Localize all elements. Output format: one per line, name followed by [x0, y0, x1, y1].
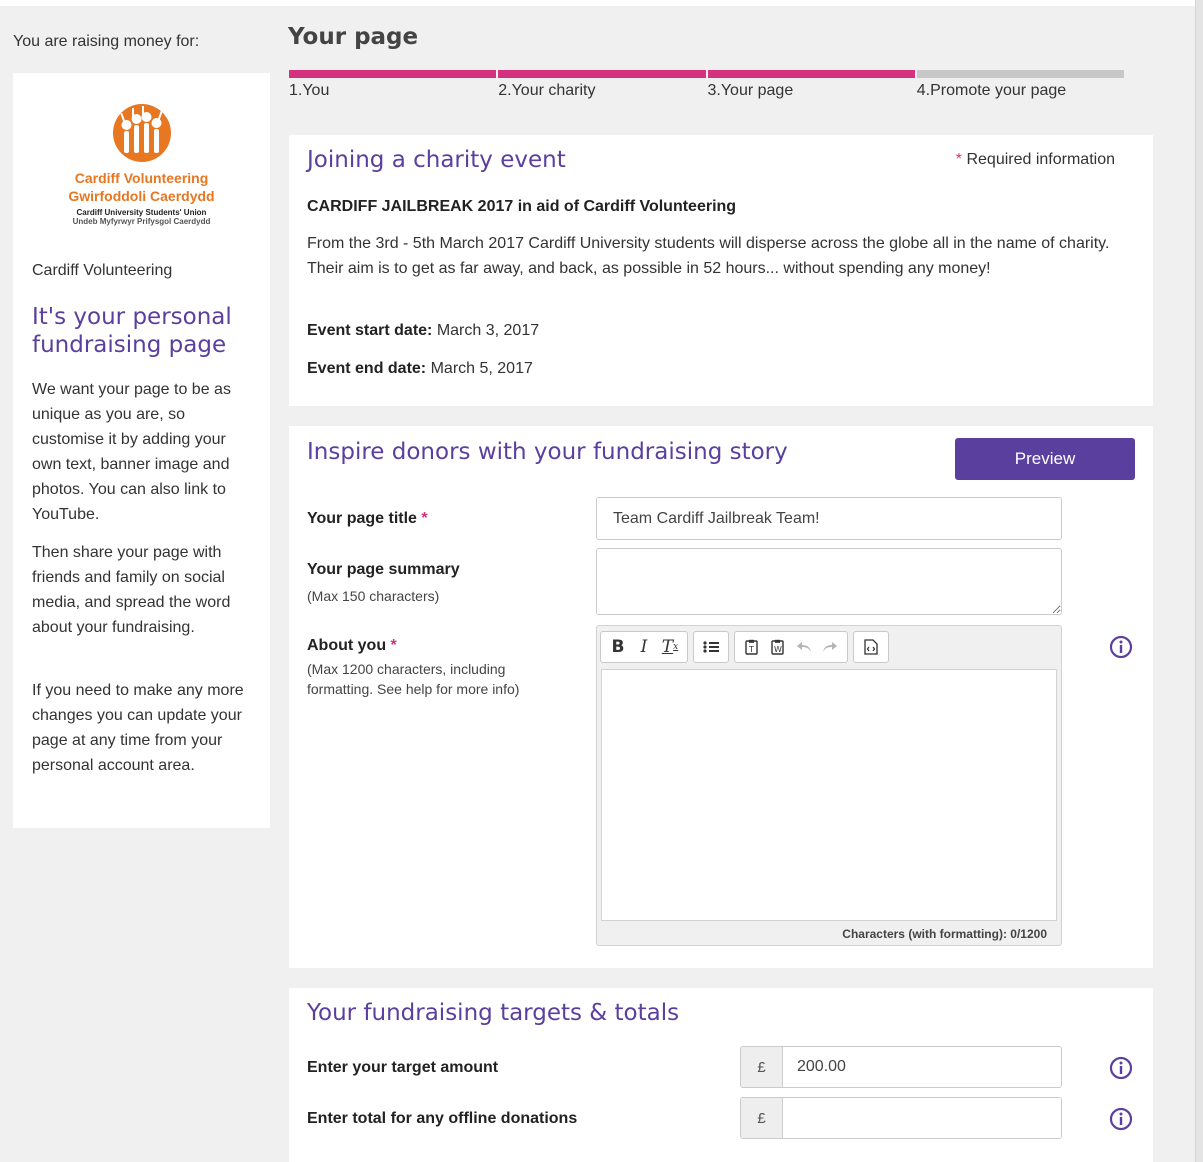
page-summary-hint: (Max 150 characters): [307, 588, 440, 604]
step-promote-your-page[interactable]: 4.Promote your page: [916, 70, 1126, 100]
paste-text-icon[interactable]: T: [739, 632, 765, 662]
window-scrollbar[interactable]: [1195, 0, 1203, 1162]
currency-symbol: £: [741, 1098, 783, 1138]
step-bar: [289, 70, 497, 78]
raising-money-label: You are raising money for:: [13, 33, 200, 50]
fundraising-story-card: Inspire donors with your fundraising sto…: [289, 426, 1153, 968]
clear-format-icon[interactable]: Tx: [657, 632, 683, 662]
offline-donations-input[interactable]: [783, 1098, 1061, 1138]
about-you-info-icon[interactable]: [1109, 635, 1133, 659]
step-your-page[interactable]: 3.Your page: [707, 70, 917, 100]
list-group: [693, 631, 729, 663]
currency-symbol: £: [741, 1047, 783, 1087]
paste-word-icon[interactable]: W: [765, 632, 791, 662]
top-edge: [0, 0, 1195, 6]
target-amount-label: Enter your target amount: [307, 1059, 499, 1076]
target-amount-info-icon[interactable]: [1109, 1056, 1133, 1080]
undo-icon[interactable]: [791, 632, 817, 662]
character-count: Characters (with formatting): 0/1200: [842, 927, 1047, 941]
svg-text:T: T: [748, 645, 754, 654]
step-label: 4.Promote your page: [916, 82, 1067, 99]
editor-toolbar: B I Tx T W: [600, 631, 889, 663]
source-group: [853, 631, 889, 663]
charity-event-card: Joining a charity event * Required infor…: [289, 135, 1153, 406]
step-your-charity[interactable]: 2.Your charity: [498, 70, 707, 100]
italic-icon[interactable]: I: [631, 632, 657, 662]
step-label: 2.Your charity: [498, 82, 596, 99]
required-star: *: [955, 151, 963, 168]
required-info-note: * Required information: [956, 151, 1115, 169]
event-start-label: Event start date:: [307, 322, 433, 339]
event-card-title: Joining a charity event: [307, 147, 566, 173]
logo-name-line1: Cardiff Volunteering: [74, 170, 209, 186]
format-group: B I Tx: [600, 631, 688, 663]
page-heading: Your page: [288, 24, 419, 50]
about-you-hint: (Max 1200 characters, including formatti…: [307, 661, 520, 697]
sidebar-paragraph: Then share your page with friends and fa…: [32, 544, 231, 636]
target-amount-input[interactable]: [783, 1047, 1061, 1087]
step-bar: [916, 70, 1124, 78]
event-end-value: March 5, 2017: [430, 360, 533, 377]
about-you-editor-body[interactable]: [601, 669, 1057, 921]
charity-sidebar-card: Cardiff Volunteering Gwirfoddoli Caerdyd…: [13, 73, 270, 828]
targets-card-title: Your fundraising targets & totals: [307, 1000, 680, 1026]
event-description: From the 3rd - 5th March 2017 Cardiff Un…: [307, 235, 1110, 277]
progress-steps: 1.You 2.Your charity 3.Your page 4.Promo…: [289, 70, 1126, 100]
offline-donations-field: £: [740, 1097, 1062, 1139]
preview-button[interactable]: Preview: [955, 438, 1135, 480]
step-label: 1.You: [289, 82, 330, 99]
source-icon[interactable]: [858, 632, 884, 662]
charity-logo: Cardiff Volunteering Gwirfoddoli Caerdyd…: [13, 103, 270, 226]
event-name: CARDIFF JAILBREAK 2017 in aid of Cardiff…: [307, 198, 737, 215]
redo-icon[interactable]: [817, 632, 843, 662]
raised-hands-logo-icon: [112, 104, 171, 162]
story-card-title: Inspire donors with your fundraising sto…: [307, 439, 788, 465]
sidebar-paragraph: We want your page to be as unique as you…: [32, 381, 231, 523]
step-bar: [707, 70, 915, 78]
step-you[interactable]: 1.You: [289, 70, 498, 100]
required-star: *: [390, 637, 397, 654]
clipboard-group: T W: [734, 631, 848, 663]
page-title-input[interactable]: [596, 497, 1062, 540]
logo-subtitle-line1: Cardiff University Students' Union: [76, 208, 207, 217]
logo-subtitle-line2: Undeb Myfyrwyr Prifysgol Caerdydd: [72, 217, 211, 226]
page-summary-label: Your page summary: [307, 561, 460, 578]
charity-name: Cardiff Volunteering: [32, 262, 173, 279]
sidebar-paragraph: If you need to make any more changes you…: [32, 682, 244, 774]
step-label: 3.Your page: [707, 82, 794, 99]
page-title-label-text: Your page title: [307, 510, 417, 527]
offline-donations-label: Enter total for any offline donations: [307, 1110, 578, 1127]
logo-name-line2: Gwirfoddoli Caerdydd: [68, 188, 215, 204]
offline-donations-info-icon[interactable]: [1109, 1107, 1133, 1131]
page-title-label: Your page title *: [307, 510, 428, 528]
event-end-label: Event end date:: [307, 360, 427, 377]
svg-text:W: W: [774, 645, 782, 654]
bullet-list-icon[interactable]: [698, 632, 724, 662]
bold-icon[interactable]: B: [605, 632, 631, 662]
required-info-text: Required information: [966, 151, 1115, 168]
sidebar-title: It's your personal fundraising page: [32, 304, 232, 358]
event-start-date: Event start date: March 3, 2017: [307, 322, 539, 340]
required-star: *: [421, 510, 428, 527]
target-amount-field: £: [740, 1046, 1062, 1088]
step-bar: [498, 70, 706, 78]
fundraising-targets-card: Your fundraising targets & totals Enter …: [289, 988, 1153, 1162]
page-summary-textarea[interactable]: [596, 548, 1062, 615]
about-you-label-text: About you: [307, 637, 387, 654]
event-end-date: Event end date: March 5, 2017: [307, 360, 533, 378]
about-you-rich-text-editor: B I Tx T W Characters (with formatting):…: [596, 625, 1062, 946]
event-start-value: March 3, 2017: [436, 322, 540, 339]
about-you-label: About you *: [307, 637, 397, 655]
